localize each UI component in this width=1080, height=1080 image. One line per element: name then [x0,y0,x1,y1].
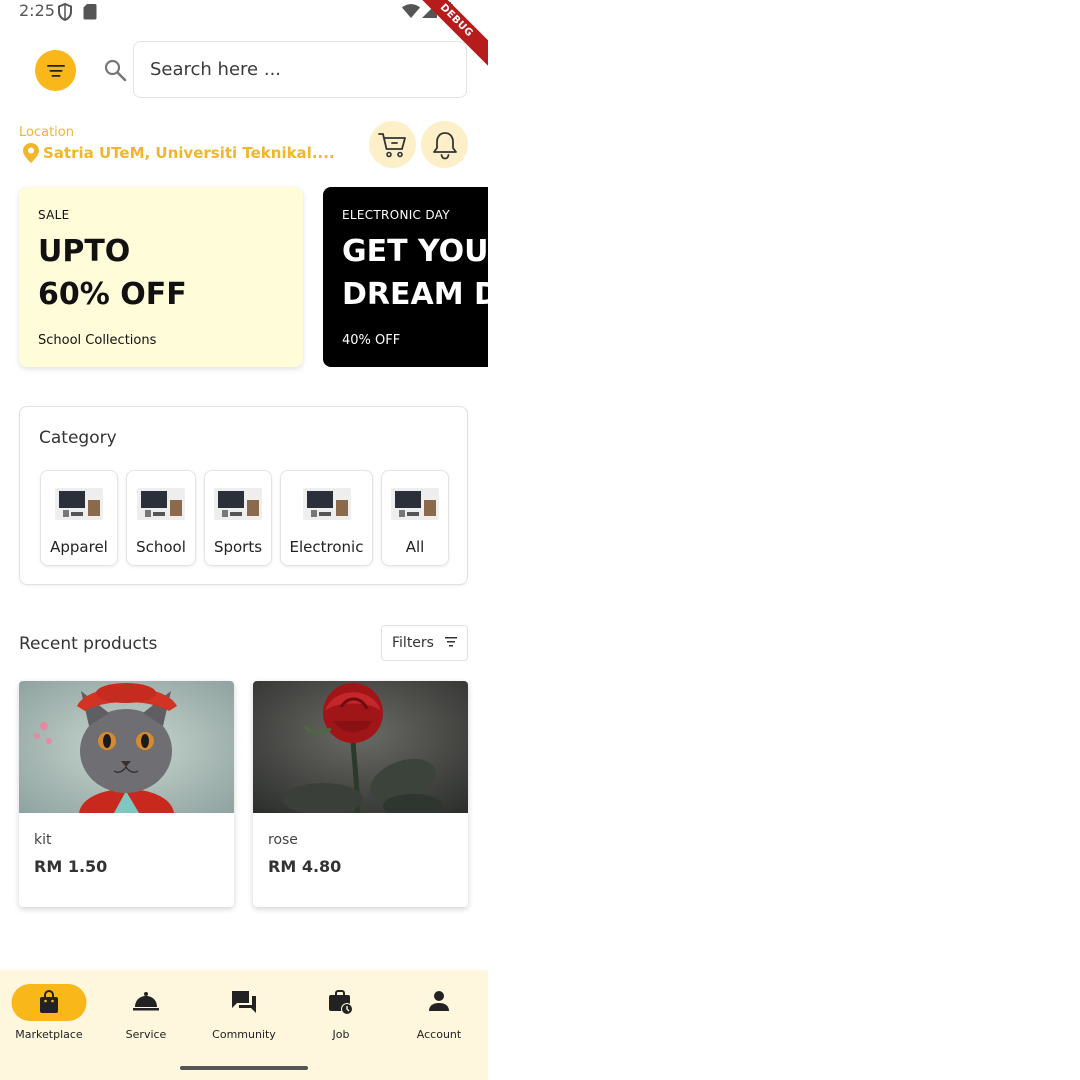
shield-icon [58,3,72,21]
bottom-navigation: Marketplace Service Community Job Accoun… [0,970,488,1080]
notification-button[interactable] [421,121,468,168]
location-label: Location [19,125,74,140]
category-item-sports[interactable]: Sports [204,470,272,566]
category-item-electronic[interactable]: Electronic [280,470,373,566]
status-time: 2:25 [19,1,55,20]
room-service-icon [133,992,159,1011]
category-label: All [405,538,425,556]
category-section: Category Apparel School Sports Electroni… [19,406,468,585]
banner-headline: GET YOUR DREAM DE [342,230,488,316]
filter-icon [445,637,457,647]
category-thumbnail [55,488,103,520]
product-image-rose [253,681,468,813]
nav-item-account[interactable]: Account [394,984,484,1044]
category-label: Apparel [50,538,108,556]
search-field[interactable] [133,41,467,98]
nav-label: Account [416,1028,462,1041]
location-value[interactable]: Satria UTeM, Universiti Teknikal.... [43,144,335,162]
nav-item-job[interactable]: Job [296,984,386,1044]
banner-subtitle: 40% OFF [342,333,401,348]
product-card[interactable]: rose RM 4.80 [253,681,468,907]
menu-button[interactable] [35,50,76,91]
nav-label: Service [125,1028,167,1041]
menu-icon [46,64,65,77]
category-item-apparel[interactable]: Apparel [40,470,118,566]
banner-headline-line: GET YOUR [342,234,488,269]
nav-label: Community [212,1028,276,1041]
nav-item-service[interactable]: Service [101,984,191,1044]
product-image-cat [19,681,234,813]
location-pin-icon [23,143,39,163]
category-label: Electronic [289,538,364,556]
product-name: rose [268,832,298,848]
banner-subtitle: School Collections [38,333,157,348]
category-title: Category [39,428,117,448]
filters-button[interactable]: Filters [381,625,468,661]
product-name: kit [34,832,52,848]
nav-label: Job [332,1028,350,1041]
sd-card-icon [83,4,97,20]
banner-headline: UPTO 60% OFF [38,230,187,316]
person-icon [429,991,449,1011]
app-screen: 2:25 DEBUG Location [0,0,488,1080]
category-thumbnail [137,488,185,520]
category-item-all[interactable]: All [381,470,449,566]
cart-icon [377,132,406,157]
nav-item-community[interactable]: Community [199,984,289,1044]
product-card[interactable]: kit RM 1.50 [19,681,234,907]
banner-headline-line: UPTO [38,234,131,269]
product-price: RM 4.80 [268,857,342,876]
filters-label: Filters [392,635,434,651]
sale-banner[interactable]: SALE UPTO 60% OFF School Collections [19,187,303,367]
electronic-banner[interactable]: ELECTRONIC DAY GET YOUR DREAM DE 40% OFF [323,187,488,367]
search-icon[interactable] [103,58,127,82]
forum-icon [232,991,256,1013]
nav-item-marketplace[interactable]: Marketplace [4,984,94,1044]
search-input[interactable] [148,58,452,81]
category-label: School [136,538,186,556]
category-label: Sports [213,538,263,556]
banner-kicker: SALE [38,208,70,222]
bell-icon [432,131,457,159]
category-thumbnail [391,488,439,520]
status-bar: 2:25 DEBUG [0,0,488,70]
wifi-icon [402,4,420,18]
nav-label: Marketplace [15,1028,83,1041]
cart-button[interactable] [369,121,416,168]
category-thumbnail [302,488,351,520]
banner-headline-line: 60% OFF [38,277,187,312]
category-thumbnail [214,488,262,520]
banner-headline-line: DREAM DE [342,277,488,312]
category-item-school[interactable]: School [126,470,196,566]
banner-kicker: ELECTRONIC DAY [342,208,450,222]
work-history-icon [329,990,353,1015]
home-indicator[interactable] [180,1066,308,1070]
shopping-bag-icon [40,990,58,1013]
product-price: RM 1.50 [34,857,108,876]
recent-products-title: Recent products [19,634,158,654]
